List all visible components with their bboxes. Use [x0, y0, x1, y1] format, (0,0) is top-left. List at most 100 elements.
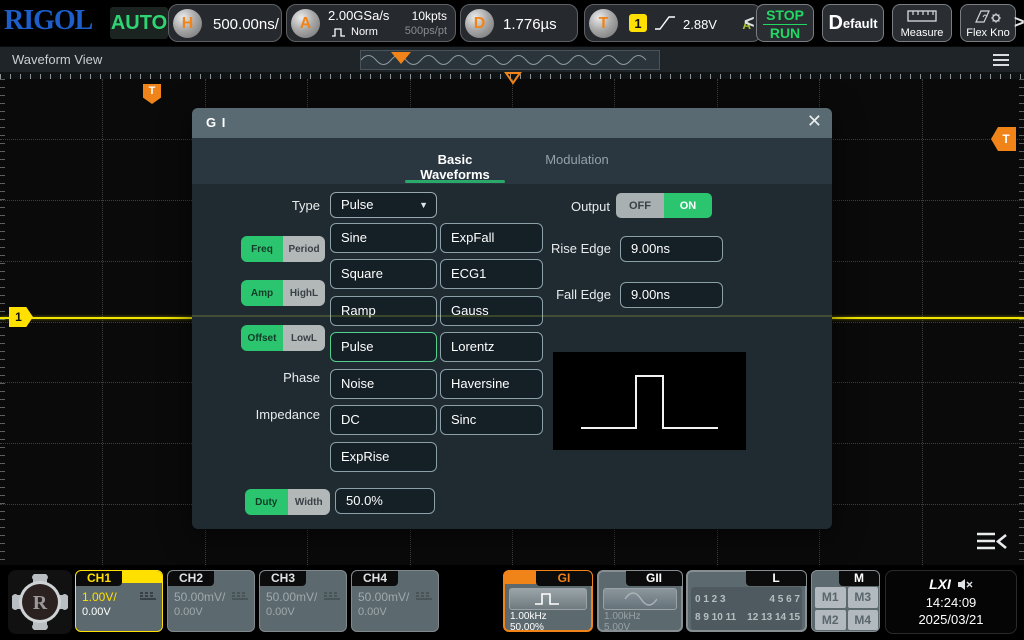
dialog-tabbar: Basic Waveforms Modulation — [192, 138, 832, 184]
flex-knob-button[interactable]: Flex Kno — [960, 4, 1016, 42]
trigger-position-triangle-icon[interactable] — [504, 72, 522, 85]
rise-edge-field[interactable]: 9.00ns — [620, 236, 723, 262]
duty-option[interactable]: Duty — [245, 489, 288, 515]
width-option[interactable]: Width — [288, 489, 331, 515]
logic-box[interactable]: L 0 1 2 3 4 5 6 7 8 9 10 11 12 13 14 15 — [686, 570, 807, 632]
phase-label: Phase — [192, 370, 320, 385]
gi-icon-panel — [509, 588, 587, 610]
menu-icon[interactable] — [992, 53, 1010, 72]
horizontal-knob-icon[interactable]: H — [173, 9, 202, 38]
waveform-button-pulse[interactable]: Pulse — [330, 332, 437, 362]
math1-button[interactable]: M1 — [815, 587, 846, 608]
freq-period-toggle[interactable]: Freq Period — [241, 236, 325, 262]
gii-icon-panel — [603, 588, 677, 610]
sound-muted-icon — [957, 578, 973, 591]
channel3-offset: 0.00V — [266, 606, 295, 618]
close-icon[interactable]: ✕ — [807, 111, 822, 132]
duty-width-toggle[interactable]: Duty Width — [245, 489, 330, 515]
fall-edge-field[interactable]: 9.00ns — [620, 282, 723, 308]
channel1-marker[interactable]: 1 — [9, 307, 33, 327]
amp-option[interactable]: Amp — [241, 280, 283, 306]
tab-modulation[interactable]: Modulation — [537, 152, 617, 167]
math2-button[interactable]: M2 — [815, 610, 846, 631]
waveform-button-lorentz[interactable]: Lorentz — [440, 332, 543, 362]
flex-knob-icon — [973, 9, 1003, 25]
gi-name: GI — [536, 571, 592, 586]
period-option[interactable]: Period — [283, 236, 325, 262]
trigger-level-marker[interactable]: T — [991, 127, 1016, 151]
measure-button[interactable]: Measure — [892, 4, 952, 42]
channel4-box[interactable]: CH4 50.00mV/ 0.00V — [351, 570, 439, 632]
waveform-button-noise[interactable]: Noise — [330, 369, 437, 399]
logic-name: L — [746, 571, 806, 586]
output-label: Output — [502, 199, 610, 214]
channel1-active-bar — [122, 571, 162, 583]
status-box[interactable]: LXI 14:24:09 2025/03/21 — [885, 570, 1017, 634]
tab-basic-waveforms[interactable]: Basic Waveforms — [405, 152, 505, 182]
collapse-menu-icon[interactable] — [975, 531, 1009, 558]
oscilloscope-screen: RIGOL AUTO H 500.00ns/ A 2.00GSa/s Norm … — [0, 0, 1024, 640]
freq-option[interactable]: Freq — [241, 236, 283, 262]
highl-option[interactable]: HighL — [283, 280, 325, 306]
waveform-button-ecg1[interactable]: ECG1 — [440, 259, 543, 289]
channel1-box[interactable]: CH1 1.00V/ 0.00V — [75, 570, 163, 632]
delay-settings[interactable]: D 1.776µs — [460, 4, 578, 42]
logic-panel: 0 1 2 3 4 5 6 7 8 9 10 11 12 13 14 15 — [691, 587, 802, 630]
duty-field[interactable]: 50.0% — [335, 488, 435, 514]
waveform-button-ramp[interactable]: Ramp — [330, 296, 437, 326]
waveform-button-exprise[interactable]: ExpRise — [330, 442, 437, 472]
toolbar-next-arrow[interactable]: > — [1014, 12, 1024, 33]
clock-time: 14:24:09 — [886, 595, 1016, 610]
math3-button[interactable]: M3 — [848, 587, 879, 608]
trigger-knob-icon[interactable]: T — [589, 9, 618, 38]
run-mode-badge[interactable]: AUTO — [110, 7, 168, 39]
stop-label: STOP — [757, 7, 813, 24]
pulse-icon — [331, 27, 347, 37]
toolbar-prev-arrow[interactable]: < — [744, 12, 755, 33]
acquire-knob-icon[interactable]: A — [291, 9, 320, 38]
active-tab-underline — [405, 180, 505, 183]
channel2-box[interactable]: CH2 50.00mV/ 0.00V — [167, 570, 255, 632]
gii-name: GII — [626, 571, 682, 586]
offset-option[interactable]: Offset — [241, 325, 283, 351]
bw-limit-icon — [323, 591, 341, 600]
output-switch[interactable]: OFF ON — [616, 193, 712, 218]
default-button[interactable]: Default — [822, 4, 884, 42]
lowl-option[interactable]: LowL — [283, 325, 325, 351]
amp-highl-toggle[interactable]: Amp HighL — [241, 280, 325, 306]
waveform-button-sine[interactable]: Sine — [330, 223, 437, 253]
dialog-header[interactable]: G I ✕ — [192, 108, 832, 138]
stop-run-button[interactable]: STOP RUN — [756, 4, 814, 42]
gi-generator-box[interactable]: GI 1.00kHz 50.00% — [503, 570, 593, 632]
sample-resolution: 500ps/pt — [405, 25, 447, 37]
sample-rate: 2.00GSa/s — [328, 8, 389, 23]
svg-text:R: R — [33, 592, 48, 614]
output-on[interactable]: ON — [664, 193, 712, 218]
default-rest: efault — [843, 16, 878, 31]
waveform-button-sinc[interactable]: Sinc — [440, 405, 543, 435]
home-gear-button[interactable]: R — [8, 570, 72, 634]
math4-button[interactable]: M4 — [848, 610, 879, 631]
math-name: M — [839, 571, 879, 586]
waveform-overview-strip[interactable] — [360, 50, 660, 70]
math-box[interactable]: M M1 M3 M2 M4 — [811, 570, 880, 632]
waveform-button-dc[interactable]: DC — [330, 405, 437, 435]
waveform-button-haversine[interactable]: Haversine — [440, 369, 543, 399]
horizontal-settings[interactable]: H 500.00ns/ — [168, 4, 282, 42]
delay-knob-icon[interactable]: D — [465, 9, 494, 38]
waveform-button-square[interactable]: Square — [330, 259, 437, 289]
output-off[interactable]: OFF — [616, 193, 664, 218]
run-label: RUN — [757, 25, 813, 42]
channel2-scale: 50.00mV/ — [174, 590, 225, 604]
gii-generator-box[interactable]: GII 1.00kHz 5.00V — [597, 570, 683, 632]
acquisition-settings[interactable]: A 2.00GSa/s Norm 10kpts 500ps/pt — [286, 4, 456, 42]
type-dropdown[interactable]: Pulse ▼ — [330, 192, 437, 218]
type-value: Pulse — [341, 197, 374, 212]
pulse-wave-icon — [533, 591, 563, 607]
gii-freq: 1.00kHz — [604, 611, 641, 622]
offset-lowl-toggle[interactable]: Offset LowL — [241, 325, 325, 351]
trigger-position-marker[interactable]: T — [143, 84, 161, 104]
channel3-box[interactable]: CH3 50.00mV/ 0.00V — [259, 570, 347, 632]
bw-limit-icon — [415, 591, 433, 600]
trigger-settings[interactable]: T 1 2.88V A — [584, 4, 762, 42]
